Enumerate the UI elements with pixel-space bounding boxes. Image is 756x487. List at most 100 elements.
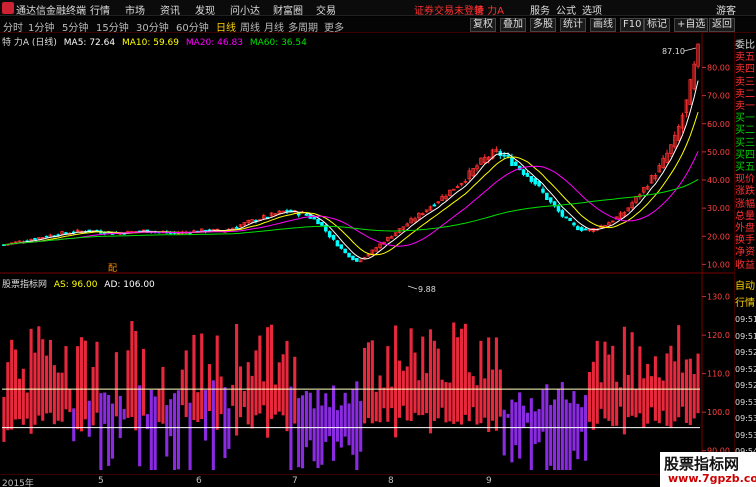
indicator-bar (456, 337, 460, 422)
candle-body (525, 172, 530, 177)
side-item-top: 净资 (735, 247, 755, 259)
indicator-bar (281, 354, 285, 416)
side-item-top: 买四 (735, 149, 755, 161)
stock-label: 特 力A (日线) (2, 38, 57, 48)
price-tick-label: 80.00 (707, 64, 730, 73)
indicator-bar (91, 366, 95, 426)
indicator-bar (359, 401, 363, 452)
indicator-bar (529, 398, 533, 470)
side-item-auto[interactable]: 行情 (735, 297, 756, 310)
candle-body (583, 228, 588, 231)
indicator-bar (347, 403, 351, 446)
indicator-bar (277, 362, 281, 412)
indicator-bar (646, 363, 650, 424)
indicator-bar (576, 403, 580, 460)
indicator-bar (99, 393, 103, 470)
candle-body (347, 252, 351, 258)
indicator-bar (219, 376, 223, 415)
candle-body (44, 235, 49, 238)
indicator-bar (297, 398, 301, 468)
indicator-bar (300, 395, 305, 469)
indicator-bar (141, 348, 146, 416)
indicator-bar (231, 384, 235, 406)
indicator-bar (448, 382, 452, 422)
side-item-top: 总量 (735, 210, 755, 222)
candle-body (320, 221, 324, 226)
candle-body (452, 188, 456, 191)
indicator-bar (498, 369, 502, 417)
indicator-bar (122, 409, 126, 420)
candle-body (514, 161, 518, 166)
indicator-as-label: AS: 96.00 (53, 280, 98, 290)
indicator-bar (425, 373, 429, 414)
indicator-bar (83, 340, 87, 420)
allotment-marker[interactable]: 配 (108, 263, 117, 274)
indicator-bar (370, 340, 374, 424)
moving-average-lines (3, 80, 699, 260)
time-axis: 2015年 5 6 7 8 9 (0, 474, 702, 487)
candle-body (548, 197, 553, 203)
indicator-bar (48, 339, 53, 413)
indicator-bar (436, 348, 440, 419)
quote-side-panel: 委比 卖五 卖四 卖三 卖二 卖一 买一 买二 买三 买四 买五 现价 涨跌 涨幅 总量 外盘 换手 净资 收益 自动… (734, 33, 756, 487)
indicator-bar (95, 341, 99, 413)
main-chart-legend: 特 力A (日线) MA5: 72.64 MA10: 59.69 MA20: 4… (2, 35, 307, 48)
indicator-bar (514, 402, 518, 446)
price-tick-label: 60.00 (707, 120, 730, 129)
indicator-bar (72, 408, 76, 442)
side-item-auto[interactable]: 自动 (735, 280, 756, 293)
indicator-bar (638, 346, 642, 414)
indicator-bar (479, 340, 483, 424)
indicator-bar (293, 356, 297, 424)
indicator-bar (227, 408, 231, 449)
side-item-top: 买一 (735, 113, 755, 125)
indicator-bar (568, 403, 572, 470)
indicator-bar (475, 385, 479, 425)
indicator-bar (553, 399, 557, 470)
candle-body (327, 231, 332, 238)
indicator-bar (680, 372, 685, 407)
indicator-bar (665, 353, 669, 426)
indicator-bar (653, 356, 657, 421)
candle-body (355, 257, 359, 262)
indicator-bar (421, 336, 425, 416)
indicator-bar (549, 405, 553, 466)
indicator-bar (176, 390, 180, 470)
indicator-bar (184, 350, 188, 417)
indicator-bar (211, 380, 215, 470)
indicator-bar (107, 395, 111, 466)
indicator-bar (246, 362, 250, 425)
indicator-bar (258, 335, 262, 414)
indicator-bar (634, 389, 638, 418)
ma10-label: MA10: 59.69 (121, 38, 180, 48)
indicator-bar (417, 380, 421, 416)
candle-body (316, 219, 320, 225)
indicator-bar (510, 399, 514, 463)
indicator-bar (595, 340, 599, 424)
indicator-bar (324, 393, 328, 442)
indicator-bar (10, 339, 14, 430)
chart-canvas[interactable]: 80.00 70.00 60.00 50.00 40.00 30.00 20.00 10.00… (0, 0, 734, 474)
candle-body (529, 176, 534, 182)
indicator-bar (130, 321, 134, 417)
candle-body (312, 216, 316, 220)
time-axis-label: 2015年 (2, 479, 34, 487)
indicator-bar (173, 393, 177, 470)
indicator-bar (110, 403, 115, 459)
high-pointer (683, 47, 697, 52)
candle-body (545, 192, 549, 201)
indicator-bar (126, 350, 130, 418)
candle-body (579, 227, 584, 231)
indicator-bar (312, 408, 316, 462)
indicator-bar (339, 405, 343, 448)
indicator-bar (615, 381, 619, 426)
price-tick-label: 50.00 (707, 148, 730, 157)
indicator-bar (343, 392, 347, 437)
indicator-bar (487, 337, 491, 433)
indicator-bar (351, 389, 355, 455)
indicator-legend: 股票指标网 AS: 96.00 AD: 106.00 (2, 277, 155, 290)
indicator-bar (560, 382, 564, 470)
indicator-bar (490, 369, 495, 421)
candle-body (576, 226, 580, 231)
indicator-bar (618, 387, 623, 407)
